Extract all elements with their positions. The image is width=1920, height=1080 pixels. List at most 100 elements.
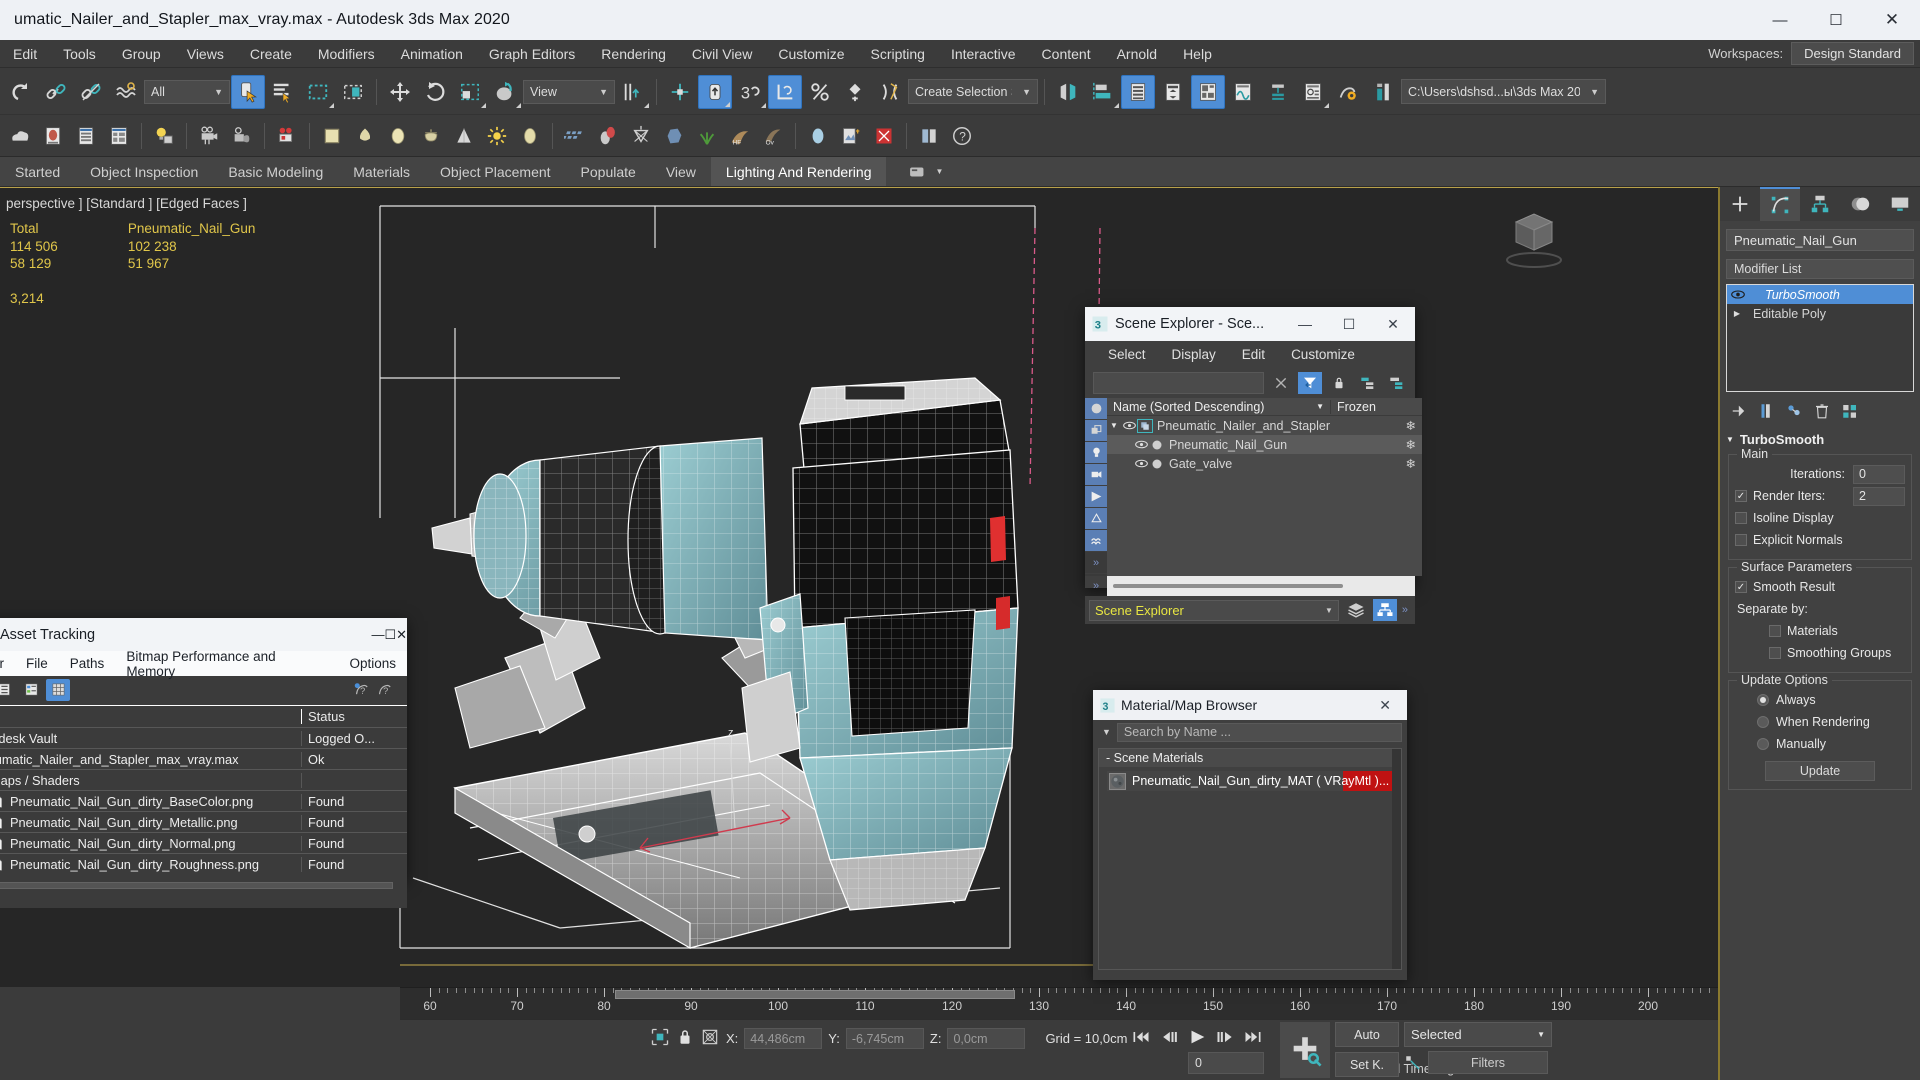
help-icon[interactable]: ? [376, 680, 393, 700]
ribbon-tab-object-inspection[interactable]: Object Inspection [75, 157, 213, 186]
light-lister-icon[interactable] [148, 120, 180, 152]
reference-coordinate-combo[interactable]: View ▼ [523, 79, 615, 104]
make-unique-icon[interactable] [1782, 399, 1806, 423]
previous-frame-button[interactable] [1156, 1024, 1182, 1050]
explicit-normals-checkbox[interactable] [1735, 534, 1747, 546]
eye-icon[interactable] [1121, 421, 1137, 430]
compound-object-icon[interactable] [592, 120, 624, 152]
menu-item-content[interactable]: Content [1029, 40, 1104, 68]
window-crossing-toggle-icon[interactable] [336, 75, 370, 109]
material-list-scrollbar[interactable] [1392, 749, 1401, 969]
clear-search-icon[interactable] [1269, 372, 1293, 394]
chevron-right-icon[interactable]: ▶ [1729, 309, 1745, 318]
timeline-ruler[interactable]: 60 70 80 90 100 110 120 130 140 150 160 170 180 190 20… [400, 987, 1920, 1019]
menu-item-graph-editors[interactable]: Graph Editors [476, 40, 588, 68]
ribbon-tab-started[interactable]: Started [0, 157, 75, 186]
align-icon[interactable] [1086, 75, 1120, 109]
filter-helpers-icon[interactable] [1085, 486, 1107, 508]
menu-item-modifiers[interactable]: Modifiers [305, 40, 388, 68]
key-filter-combo[interactable]: Selected ▼ [1404, 1022, 1552, 1047]
schematic-view-icon[interactable] [1261, 75, 1295, 109]
ribbon-tab-materials[interactable]: Materials [338, 157, 425, 186]
auto-key-button[interactable]: Auto [1335, 1022, 1399, 1047]
use-pivot-point-center-icon[interactable] [616, 75, 650, 109]
help-new-icon[interactable]: ? [353, 680, 370, 700]
update-button[interactable]: Update [1765, 761, 1875, 781]
menu-item-customize[interactable]: Customize [765, 40, 857, 68]
render-frame-window-icon[interactable] [1366, 75, 1400, 109]
select-and-link-icon[interactable] [39, 75, 73, 109]
filter-bones-icon[interactable] [1085, 530, 1107, 552]
ribbon-tab-lighting-and-rendering[interactable]: Lighting And Rendering [710, 157, 887, 186]
materials-checkbox[interactable] [1769, 625, 1781, 637]
at-menu-server[interactable]: er [0, 656, 15, 671]
column-frozen[interactable]: Frozen [1330, 399, 1422, 414]
at-menu-file[interactable]: File [15, 656, 59, 671]
render-iters-spinner[interactable]: 2 [1853, 486, 1905, 506]
material-browser-list[interactable]: - Scene Materials Pneumatic_Nail_Gun_dir… [1098, 748, 1402, 970]
curve-editor-icon[interactable] [1226, 75, 1260, 109]
table-view-icon[interactable] [46, 678, 70, 701]
ribbon-toggle-icon[interactable] [1191, 74, 1225, 109]
material-list-item[interactable]: Pneumatic_Nail_Gun_dirty_MAT ( VRayMtl )… [1107, 771, 1395, 791]
frozen-cell[interactable]: ❄ [1330, 437, 1422, 452]
expand-all-icon[interactable] [1356, 372, 1380, 394]
scene-tree-row-nail-gun[interactable]: Pneumatic_Nail_Gun ❄ [1107, 435, 1423, 454]
render-to-texture-icon[interactable] [835, 120, 867, 152]
vray-sphere-icon[interactable] [802, 120, 834, 152]
asset-table-row[interactable]: Autodesk Vault Logged O... [0, 727, 407, 748]
teapot-primitive-icon[interactable] [415, 120, 447, 152]
asset-table-row[interactable]: Pneumatic_Nail_Gun_dirty_Metallic.png Fo… [0, 811, 407, 832]
physical-camera-icon[interactable] [226, 120, 258, 152]
snaps-toggle-icon[interactable] [698, 74, 732, 109]
toggle-scene-explorer-icon[interactable] [1156, 75, 1190, 109]
frozen-cell[interactable]: ❄ [1330, 418, 1422, 433]
go-to-start-button[interactable] [1128, 1024, 1154, 1050]
set-key-toggle-button[interactable]: Set K. [1335, 1052, 1399, 1077]
tree-view-icon[interactable] [19, 679, 43, 701]
se-menu-display[interactable]: Display [1159, 347, 1229, 362]
layer-explorer-icon[interactable] [1121, 74, 1155, 109]
rollout-header[interactable]: ▼ TurboSmooth [1726, 432, 1914, 447]
set-key-button[interactable] [1280, 1022, 1330, 1078]
modifier-stack-item-turbosmooth[interactable]: TurboSmooth [1727, 285, 1913, 304]
sphere-primitive-icon[interactable] [382, 120, 414, 152]
scene-explorer-hscrollbar[interactable] [1107, 576, 1415, 596]
footer-overflow-icon[interactable]: » [1402, 604, 1411, 616]
frozen-cell[interactable]: ❄ [1330, 456, 1422, 471]
hair-and-fur-icon[interactable]: HF [724, 120, 756, 152]
box-primitive-icon[interactable] [316, 120, 348, 152]
absolute-relative-toggle-icon[interactable] [700, 1027, 720, 1050]
rectangular-selection-region-icon[interactable] [301, 75, 335, 109]
render-iters-checkbox[interactable]: ✓ [1735, 490, 1747, 502]
filters-button[interactable]: Filters [1428, 1051, 1548, 1074]
ribbon-tab-populate[interactable]: Populate [566, 157, 651, 186]
selection-lock-region-icon[interactable] [650, 1027, 670, 1050]
toolbar-misc-icon[interactable] [913, 120, 945, 152]
create-selection-set-combo[interactable]: Create Selection Set ▼ [908, 79, 1038, 104]
play-animation-button[interactable] [1184, 1024, 1210, 1050]
filter-lights-icon[interactable] [1085, 442, 1107, 464]
workspace-selector[interactable]: Design Standard [1791, 42, 1914, 65]
ocean-object-icon[interactable]: Ov [757, 120, 789, 152]
eye-icon[interactable] [1133, 459, 1149, 468]
lock-selection-icon[interactable] [1327, 372, 1351, 394]
omni-light-icon[interactable] [481, 120, 513, 152]
material-swatch[interactable] [1109, 772, 1126, 790]
selection-lock-icon[interactable] [676, 1027, 694, 1050]
selection-filter-combo[interactable]: All ▼ [144, 79, 230, 104]
menu-item-scripting[interactable]: Scripting [857, 40, 937, 68]
asset-table-row[interactable]: Pneumatic_Nail_Gun_dirty_Normal.png Foun… [0, 832, 407, 853]
object-name-field[interactable]: Pneumatic_Nail_Gun [1726, 229, 1914, 251]
isoline-display-checkbox[interactable] [1735, 512, 1747, 524]
mirror-icon[interactable] [873, 75, 907, 109]
ribbon-tab-object-placement[interactable]: Object Placement [425, 157, 566, 186]
material-map-browser-window[interactable]: 3 Material/Map Browser ✕ ▼ Search by Nam… [1093, 690, 1407, 980]
scene-explorer-search-input[interactable] [1093, 372, 1264, 394]
select-and-move-icon[interactable] [383, 75, 417, 109]
menu-item-interactive[interactable]: Interactive [938, 40, 1029, 68]
current-frame-field[interactable]: 0 [1188, 1052, 1264, 1074]
filter-cameras-icon[interactable] [1085, 464, 1107, 486]
group-icon[interactable] [1137, 418, 1153, 433]
x-coordinate-field[interactable]: 44,486cm [744, 1028, 823, 1049]
